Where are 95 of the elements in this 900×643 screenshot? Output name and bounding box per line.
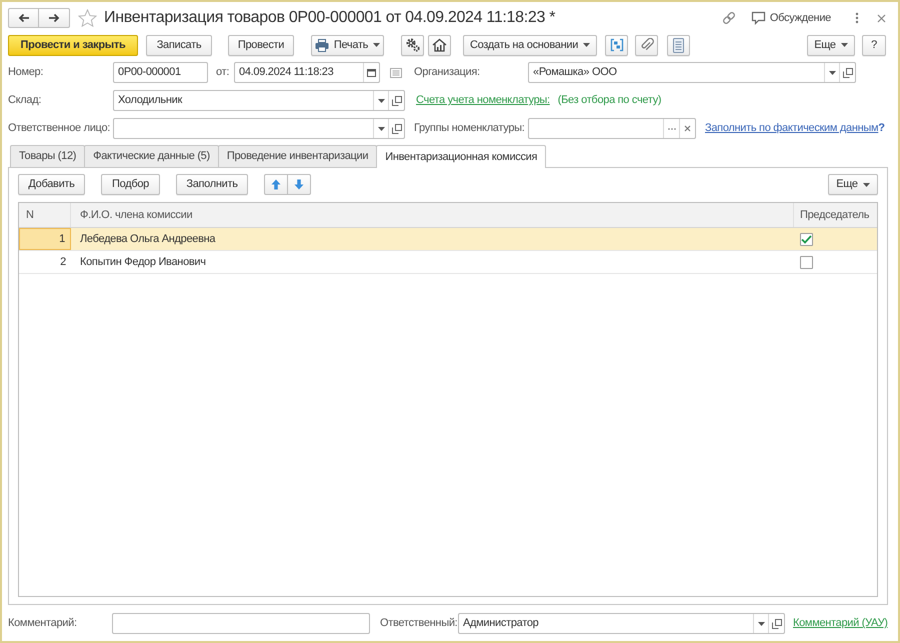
link-icon[interactable] [720,10,737,26]
column-header[interactable]: Председатель [794,203,877,227]
overlapping-squares-icon [392,124,402,134]
printer-icon [314,38,329,52]
dropdown-button[interactable] [753,614,768,633]
discussion-button[interactable]: Обсуждение [750,10,831,26]
column-header[interactable]: Ф.И.О. члена комиссии [71,203,794,227]
caret-icon [583,43,590,47]
attach-button[interactable] [635,34,658,56]
down-arrow-icon [294,179,304,190]
print-button[interactable]: Печать [311,34,384,56]
notes-icon[interactable] [390,68,402,78]
create-based-on-button[interactable]: Создать на основании [463,34,597,56]
checkbox[interactable] [800,232,813,246]
warehouse-field[interactable]: Холодильник [113,90,405,111]
tab[interactable]: Инвентаризационная комиссия [376,145,546,168]
diagram-icon [610,38,624,52]
back-button[interactable] [8,8,39,28]
caret-icon [373,43,380,47]
move-up-button[interactable] [264,174,288,195]
document-list-icon [673,38,684,52]
table-row[interactable]: 1 Лебедева Ольга Андреевна [19,228,877,251]
caret-icon [758,622,764,626]
dropdown-button[interactable] [824,63,839,82]
field-label: Ответственный: [380,616,458,632]
dropdown-button[interactable] [373,119,388,138]
overlapping-squares-icon [842,68,852,78]
responsible-person-field[interactable] [113,118,405,139]
comment-link[interactable]: Комментарий (УАУ) [793,615,888,632]
house-icon [432,38,447,52]
checkmark-icon [801,234,812,244]
window-title: Инвентаризация товаров 0Р00-000001 от 04.09.2024 11:18:23 * [104,8,556,28]
tab[interactable]: Фактические данные (5) [84,145,219,167]
caret-icon [378,126,384,130]
table-cell-text: Лебедева Ольга Андреевна [79,232,216,247]
open-button[interactable] [388,91,404,110]
settings-button[interactable] [401,34,424,56]
open-button[interactable] [839,63,855,82]
toolbar-icon-button[interactable] [428,34,451,56]
close-icon[interactable] [877,14,886,22]
table-toolbar-button[interactable]: Подбор [101,174,160,195]
move-down-button[interactable] [288,174,311,195]
help-link[interactable]: ? [878,120,885,137]
more-button[interactable]: Еще [807,34,855,56]
caret-icon [840,43,848,47]
accounts-link[interactable]: Счета учета номенклатуры: [416,92,550,109]
caret-icon [862,182,870,186]
checkbox[interactable] [800,256,813,268]
tab[interactable]: Товары (12) [10,145,86,167]
caret-icon [828,70,836,74]
field-label: Ответственное лицо: [8,121,112,136]
date-field[interactable]: 04.09.2024 11:18:23 [234,62,380,83]
table-toolbar-button[interactable]: Добавить [18,174,85,195]
calendar-button[interactable] [363,63,379,82]
accounts-filter-value: (Без отбора по счету) [558,93,662,108]
number-field[interactable]: 0Р00-000001 [113,62,208,83]
calendar-icon [367,68,376,77]
field-label: Группы номенклатуры: [414,121,526,136]
post-and-close-button[interactable]: Провести и закрыть [8,34,138,56]
caret-icon [378,98,384,102]
left-arrow-icon [18,13,30,23]
paperclip-icon [640,38,654,52]
fill-from-actual-link[interactable]: Заполнить по фактическим данным [705,120,878,137]
gears-icon [406,38,420,52]
organization-field[interactable]: «Ромашка» ООО [528,62,856,83]
forward-button[interactable] [39,8,70,28]
field-label: Склад: [8,93,42,108]
star-icon[interactable] [78,9,97,27]
tab[interactable]: Проведение инвентаризации [218,145,378,167]
field-label: Номер: [8,65,44,80]
overlapping-squares-icon [392,96,402,106]
open-button[interactable] [388,119,404,138]
table-cell-text: 2 [59,254,67,270]
field-label: Организация: [414,65,481,80]
right-arrow-icon [48,13,60,23]
help-button[interactable]: ? [862,34,886,56]
responsible-field[interactable]: Администратор [458,613,785,634]
field-label: от: [216,65,230,80]
table-toolbar-button[interactable]: Заполнить [176,174,248,195]
up-arrow-icon [271,179,281,190]
speech-bubble-icon [750,11,766,25]
open-button[interactable] [768,614,784,633]
table-more-button[interactable]: Еще [828,174,878,195]
field-label: Комментарий: [8,616,78,632]
more-icon[interactable] [855,12,859,24]
toolbar-button[interactable]: Записать [146,34,212,56]
comment-field[interactable] [112,613,370,634]
close-icon [684,125,691,132]
dropdown-button[interactable] [373,91,388,110]
table-cell-text: Копытин Федор Иванович [79,254,207,270]
column-header[interactable]: N [19,203,71,227]
item-groups-field[interactable] [528,118,696,139]
overlapping-squares-icon [772,618,782,628]
table-cell: 1 [19,228,71,250]
toolbar-button[interactable]: Провести [228,34,294,56]
